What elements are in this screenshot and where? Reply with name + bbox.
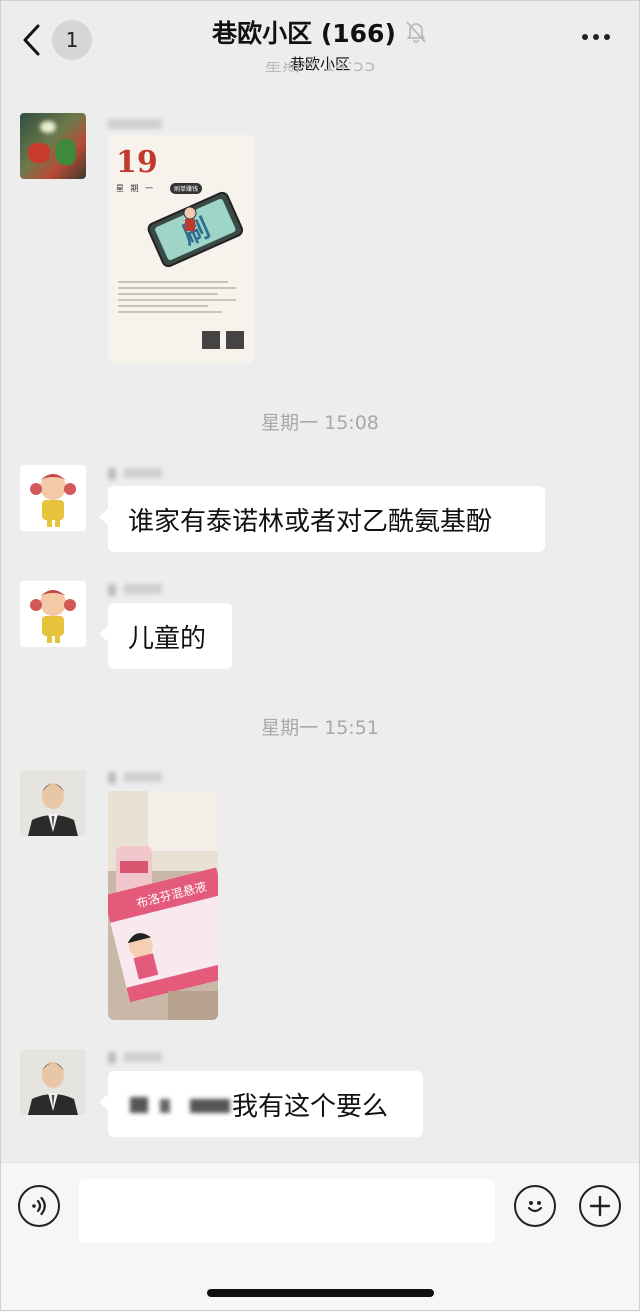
calendar-poster: 19 星 期 一 刷单赚钱 刷 bbox=[108, 135, 254, 363]
avatar[interactable] bbox=[20, 465, 86, 531]
message-bubble[interactable]: 儿童的 bbox=[99, 603, 232, 669]
more-dots-icon bbox=[582, 34, 588, 40]
input-bar bbox=[0, 1162, 640, 1312]
voice-icon bbox=[32, 1196, 46, 1216]
sender-name-blurred bbox=[108, 770, 162, 784]
home-indicator bbox=[207, 1289, 434, 1297]
qr-code bbox=[202, 331, 220, 349]
image-message-medicine[interactable]: 布洛芬混悬液 bbox=[108, 791, 218, 1020]
message-input[interactable] bbox=[79, 1179, 495, 1243]
phone-illustration: 刷 bbox=[147, 191, 244, 267]
image-message-calendar[interactable]: 19 星 期 一 刷单赚钱 刷 bbox=[108, 135, 254, 363]
message-text: 我有这个要么 bbox=[232, 1091, 389, 1122]
mention-blurred bbox=[130, 1091, 232, 1117]
voice-button[interactable] bbox=[18, 1185, 60, 1227]
sender-name-blurred bbox=[108, 466, 162, 480]
more-options-button[interactable] bbox=[582, 34, 610, 40]
sender-name-blurred bbox=[108, 1050, 162, 1064]
medicine-box-photo: 布洛芬混悬液 bbox=[108, 791, 218, 1020]
back-button[interactable]: 1 bbox=[20, 18, 92, 62]
plus-button[interactable] bbox=[579, 1185, 621, 1227]
avatar[interactable] bbox=[20, 1049, 86, 1115]
faded-timestamp: 星期一 14:55 bbox=[264, 62, 376, 76]
avatar[interactable] bbox=[20, 770, 86, 836]
timestamp: 星期一 15:51 bbox=[261, 717, 379, 739]
emoji-icon bbox=[527, 1201, 543, 1213]
message-bubble[interactable]: 我有这个要么 bbox=[99, 1071, 423, 1137]
plus-icon bbox=[589, 1195, 611, 1217]
avatar[interactable] bbox=[20, 581, 86, 647]
unread-count-badge: 1 bbox=[52, 20, 92, 60]
back-chevron-icon bbox=[23, 24, 40, 56]
timestamp: 星期一 15:08 bbox=[261, 412, 379, 434]
sender-name-blurred bbox=[108, 582, 162, 596]
qr-code bbox=[226, 331, 244, 349]
mute-bell-icon bbox=[404, 19, 428, 45]
poster-date-number: 19 bbox=[116, 145, 158, 180]
chat-title: 巷欧小区 (166) bbox=[212, 19, 396, 48]
message-bubble[interactable]: 谁家有泰诺林或者对乙酰氨基酚 bbox=[99, 486, 545, 552]
avatar[interactable] bbox=[20, 113, 86, 179]
sender-name-blurred bbox=[108, 117, 162, 131]
emoji-button[interactable] bbox=[514, 1185, 556, 1227]
